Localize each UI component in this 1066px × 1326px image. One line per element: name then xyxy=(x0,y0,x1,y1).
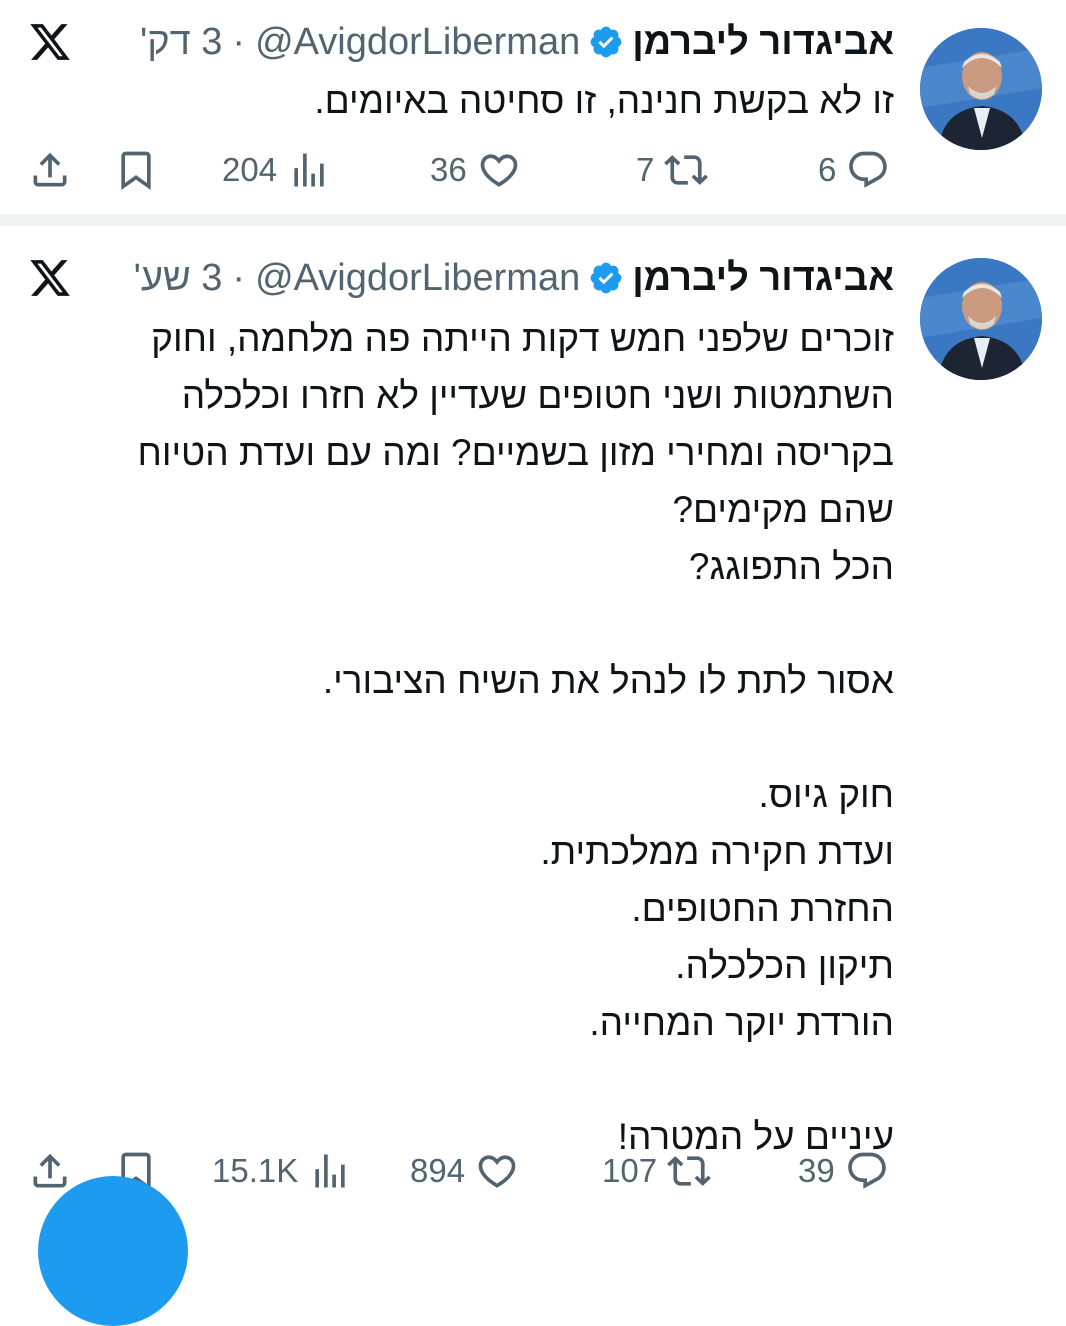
retweet-icon xyxy=(664,148,709,192)
retweet-button[interactable]: 107 xyxy=(602,1141,711,1201)
tweet[interactable]: אביגדור ליברמן @AvigdorLiberman · 3 דק' … xyxy=(0,0,1066,212)
views-count: 204 xyxy=(222,151,278,188)
tweet-text-line: תיקון הכלכלה. xyxy=(675,945,894,986)
retweets-count: 107 xyxy=(602,1152,658,1189)
avatar-image xyxy=(920,258,1042,380)
like-button[interactable]: 36 xyxy=(430,140,521,200)
verified-badge-icon xyxy=(588,24,624,60)
tweet-text-line: זוכרים שלפני חמש דקות הייתה פה מלחמה, וח… xyxy=(151,318,894,359)
bookmark-button[interactable] xyxy=(114,140,158,200)
retweet-icon xyxy=(667,1149,711,1193)
tweet-text-line: חוק גיוס. xyxy=(758,774,894,815)
tweet-header: אביגדור ליברמן @AvigdorLiberman · 3 שע' xyxy=(134,254,894,302)
reply-icon xyxy=(845,1149,889,1193)
tweet-text-line: הורדת יוקר המחייה. xyxy=(589,1002,894,1043)
avatar[interactable] xyxy=(920,28,1042,150)
handle[interactable]: @AvigdorLiberman xyxy=(255,254,580,302)
heart-icon xyxy=(477,148,521,192)
share-icon xyxy=(28,148,72,192)
views-button[interactable]: 204 xyxy=(222,140,331,200)
tweet-text-line: החזרת החטופים. xyxy=(631,888,894,929)
share-button[interactable] xyxy=(28,140,72,200)
tweet-text-line: אסור לתת לו לנהל את השיח הציבורי. xyxy=(322,660,894,701)
tweet-text-line xyxy=(24,709,894,766)
likes-count: 36 xyxy=(430,151,467,188)
tweet-divider xyxy=(0,214,1066,226)
tweet-text-line: זו לא בקשת חנינה, זו סחיטה באיומים. xyxy=(314,80,894,121)
x-logo-icon xyxy=(28,256,72,300)
author-name[interactable]: אביגדור ליברמן xyxy=(632,18,894,66)
views-icon xyxy=(287,148,331,192)
tweet-text-line xyxy=(24,595,894,652)
retweets-count: 7 xyxy=(636,151,655,188)
meta-separator: · xyxy=(232,21,246,63)
tweet-header: אביגדור ליברמן @AvigdorLiberman · 3 דק' xyxy=(140,18,894,66)
like-button[interactable]: 894 xyxy=(410,1141,519,1201)
reply-button[interactable]: 6 xyxy=(818,140,890,200)
author-name[interactable]: אביגדור ליברמן xyxy=(632,254,894,302)
tweet-text-line xyxy=(24,1051,894,1108)
timestamp[interactable]: 3 דק' xyxy=(140,18,222,66)
retweet-button[interactable]: 7 xyxy=(636,140,709,200)
timestamp[interactable]: 3 שע' xyxy=(134,254,223,302)
tweet-text: זוכרים שלפני חמש דקות הייתה פה מלחמה, וח… xyxy=(24,310,894,1165)
avatar[interactable] xyxy=(920,258,1042,380)
tweet-text-line: השתמטות ושני חטופים שעדיין לא חזרו וכלכל… xyxy=(181,375,894,416)
tweet-text-line: הכל התפוגג? xyxy=(688,546,894,587)
verified-badge-icon xyxy=(588,260,624,296)
likes-count: 894 xyxy=(410,1152,466,1189)
compose-button[interactable] xyxy=(38,1176,188,1326)
handle[interactable]: @AvigdorLiberman xyxy=(255,18,580,66)
tweet-text-line: שהם מקימים? xyxy=(672,489,894,530)
heart-icon xyxy=(475,1149,519,1193)
share-icon xyxy=(28,1149,72,1193)
meta-separator: · xyxy=(232,257,246,299)
x-logo-icon xyxy=(28,20,72,64)
bookmark-icon xyxy=(114,148,158,192)
views-icon xyxy=(308,1149,352,1193)
reply-icon xyxy=(846,148,890,192)
tweet[interactable]: אביגדור ליברמן @AvigdorLiberman · 3 שע' … xyxy=(0,228,1066,1200)
tweet-text: זו לא בקשת חנינה, זו סחיטה באיומים. xyxy=(24,72,894,129)
replies-count: 6 xyxy=(818,151,837,188)
views-button[interactable]: 15.1K xyxy=(212,1141,352,1201)
reply-button[interactable]: 39 xyxy=(798,1141,889,1201)
avatar-image xyxy=(920,28,1042,150)
tweet-text-line: ועדת חקירה ממלכתית. xyxy=(540,831,894,872)
replies-count: 39 xyxy=(798,1152,835,1189)
tweet-text-line: בקריסה ומחירי מזון בשמיים? ומה עם ועדת ה… xyxy=(137,432,894,473)
tweet-actions: 204 36 7 6 xyxy=(0,140,1066,200)
views-count: 15.1K xyxy=(212,1152,299,1189)
